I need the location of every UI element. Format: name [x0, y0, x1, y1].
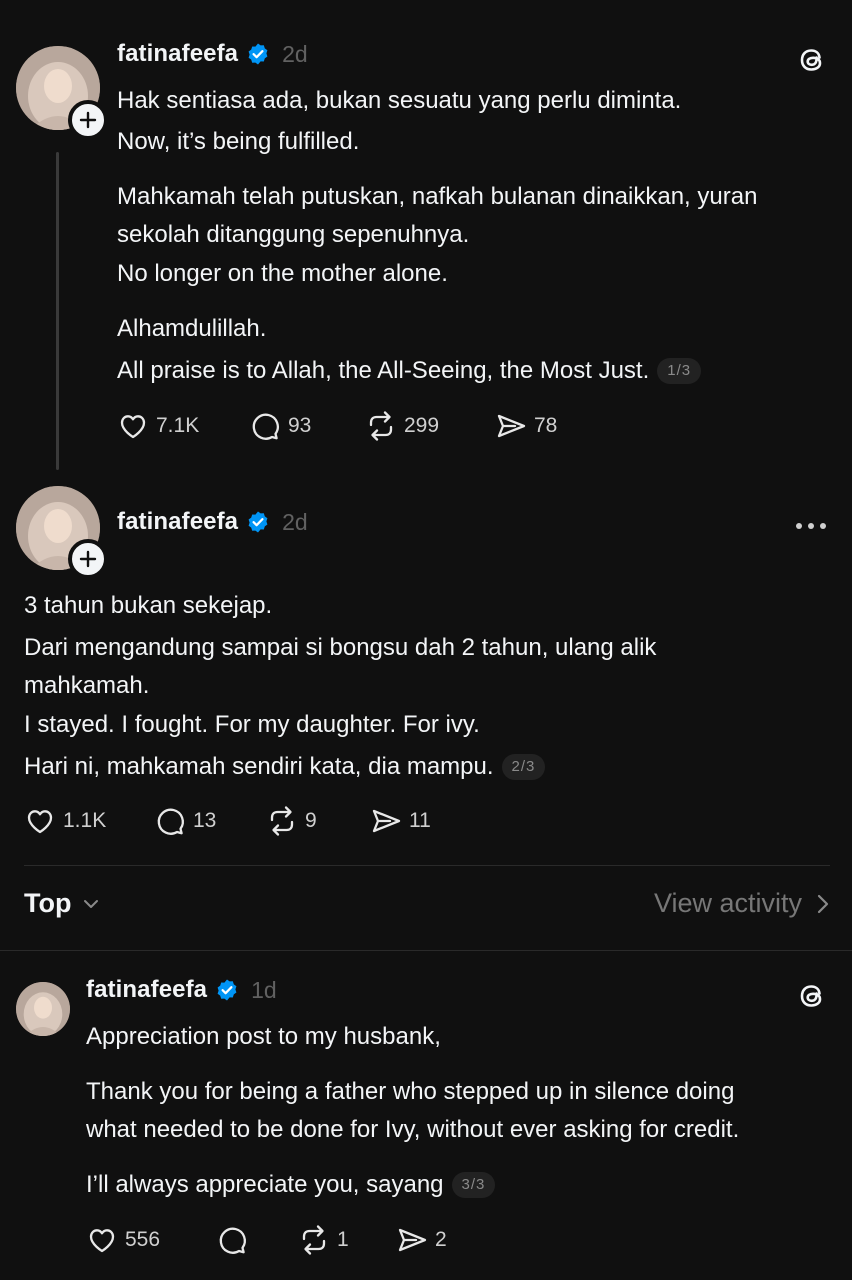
post-time: 2d [282, 508, 308, 535]
reply-count: 93 [288, 414, 312, 437]
follow-plus-button[interactable] [68, 539, 108, 579]
share-count: 11 [409, 809, 431, 832]
post-header: fatinafeefa 1d [86, 976, 277, 1004]
post-line-text: All praise is to Allah, the All-Seeing, … [117, 357, 650, 384]
post-line: sekolah ditanggung sepenuhnya. [117, 221, 470, 248]
sort-dropdown[interactable]: Top [24, 888, 101, 919]
post-line: what needed to be done for Ivy, without … [86, 1116, 740, 1143]
comment-icon [219, 1227, 246, 1254]
post-header: fatinafeefa 2d [117, 508, 308, 536]
post-line: I stayed. I fought. For my daughter. For… [24, 711, 480, 738]
repost-count: 299 [404, 414, 440, 437]
post-line: 3 tahun bukan sekejap. [24, 592, 273, 619]
username[interactable]: fatinafeefa [117, 40, 238, 68]
post-body: 3 tahun bukan sekejap. Dari mengandung s… [24, 587, 824, 786]
verified-badge-icon [248, 43, 268, 65]
follow-plus-button[interactable] [68, 100, 108, 140]
repost-button[interactable]: 1 [297, 1223, 395, 1257]
share-button[interactable]: 78 [494, 409, 584, 443]
divider [0, 950, 852, 951]
like-count: 7.1K [156, 414, 200, 437]
reply-button[interactable] [215, 1223, 297, 1257]
repost-button[interactable]: 9 [265, 804, 369, 838]
more-icon [796, 523, 802, 529]
post-line: I’ll always appreciate you, sayang 3/3 [86, 1166, 836, 1204]
heart-icon [27, 810, 53, 834]
repost-count: 9 [305, 809, 317, 832]
like-count: 1.1K [63, 809, 107, 832]
share-icon [372, 809, 401, 833]
share-count: 2 [435, 1228, 447, 1251]
post-body: Appreciation post to my husbank, Thank y… [86, 1018, 836, 1204]
post-line: Now, it’s being fulfilled. [117, 128, 360, 155]
thread-pager-badge: 3/3 [451, 1172, 496, 1198]
verified-badge-icon [248, 511, 268, 533]
post-actions: 556 1 2 [85, 1223, 485, 1257]
post-line-text: Hari ni, mahkamah sendiri kata, dia mamp… [24, 753, 494, 780]
comment-icon [252, 413, 279, 440]
repost-count: 1 [337, 1228, 349, 1251]
post-time: 2d [282, 40, 308, 67]
repost-icon [270, 806, 294, 836]
share-icon [398, 1228, 427, 1252]
view-activity-link[interactable]: View activity [654, 888, 830, 919]
chevron-down-icon [84, 899, 99, 908]
divider [24, 865, 830, 866]
like-button[interactable]: 7.1K [116, 409, 248, 443]
threads-logo-icon[interactable] [794, 43, 828, 77]
heart-icon [120, 415, 146, 439]
post-line: Appreciation post to my husbank, [86, 1023, 441, 1050]
post-body: Hak sentiasa ada, bukan sesuatu yang per… [117, 82, 827, 390]
like-button[interactable]: 1.1K [23, 804, 153, 838]
share-button[interactable]: 2 [395, 1223, 485, 1257]
thread-pager-badge: 1/3 [657, 358, 702, 384]
chevron-right-icon [817, 894, 829, 913]
avatar[interactable] [16, 982, 70, 1036]
thread-connector-line [56, 152, 59, 470]
post-line: Mahkamah telah putuskan, nafkah bulanan … [117, 183, 758, 210]
post-actions: 1.1K 13 9 11 [23, 804, 459, 838]
more-options-button[interactable] [796, 523, 826, 529]
plus-icon [79, 111, 97, 129]
post-line: No longer on the mother alone. [117, 260, 448, 287]
post-line: Hak sentiasa ada, bukan sesuatu yang per… [117, 87, 682, 114]
repost-icon [369, 411, 393, 441]
post-line-text: I’ll always appreciate you, sayang [86, 1171, 444, 1198]
threads-feed: fatinafeefa 2d Hak sentiasa ada, bukan s… [0, 0, 852, 1280]
verified-badge-icon [217, 979, 237, 1001]
share-button[interactable]: 11 [369, 804, 459, 838]
post-line: Hari ni, mahkamah sendiri kata, dia mamp… [24, 748, 824, 786]
avatar-photo [16, 982, 70, 1036]
like-button[interactable]: 556 [85, 1223, 215, 1257]
view-activity-label: View activity [653, 888, 802, 918]
threads-logo-icon[interactable] [794, 979, 828, 1013]
repost-icon [302, 1225, 326, 1255]
sort-label: Top [24, 888, 72, 918]
username[interactable]: fatinafeefa [117, 508, 238, 536]
reply-count: 13 [193, 809, 217, 832]
heart-icon [89, 1229, 115, 1253]
post-line: Alhamdulillah. [117, 315, 267, 342]
username[interactable]: fatinafeefa [86, 976, 207, 1004]
plus-icon [79, 550, 97, 568]
share-icon [497, 414, 526, 438]
post-line: Dari mengandung sampai si bongsu dah 2 t… [24, 634, 657, 661]
reply-button[interactable]: 93 [248, 409, 364, 443]
like-count: 556 [125, 1228, 161, 1251]
share-count: 78 [534, 414, 558, 437]
post-time: 1d [251, 976, 277, 1003]
thread-pager-badge: 2/3 [501, 754, 546, 780]
comment-icon [157, 808, 184, 835]
post-line: All praise is to Allah, the All-Seeing, … [117, 352, 827, 390]
post-header: fatinafeefa 2d [117, 40, 308, 68]
reply-button[interactable]: 13 [153, 804, 265, 838]
repost-button[interactable]: 299 [364, 409, 494, 443]
post-line: mahkamah. [24, 672, 150, 699]
post-actions: 7.1K 93 299 78 [116, 409, 584, 443]
post-line: Thank you for being a father who stepped… [86, 1078, 735, 1105]
